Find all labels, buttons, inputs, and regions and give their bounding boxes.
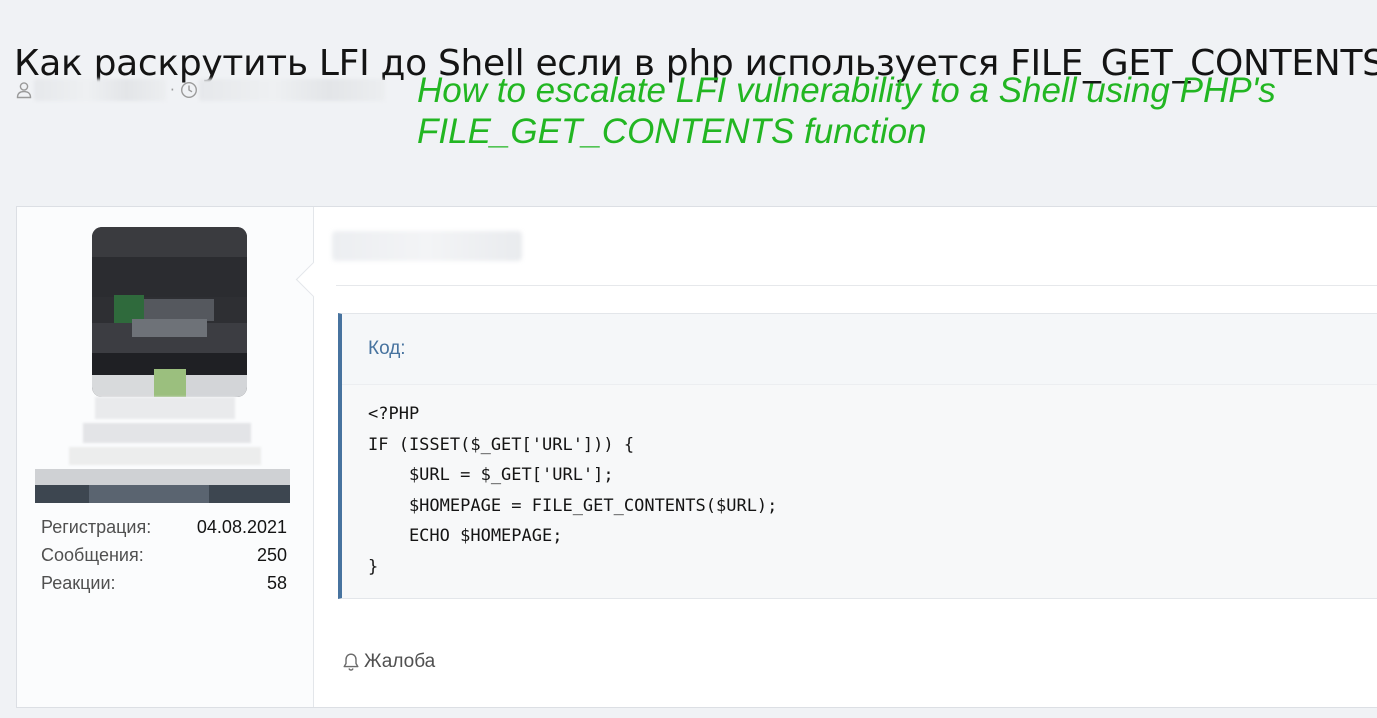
stat-label: Сообщения: <box>41 545 144 565</box>
stat-value: 58 <box>266 573 287 593</box>
bell-icon <box>342 651 362 673</box>
thread-meta: · <box>14 76 385 104</box>
code-line: } <box>368 556 379 577</box>
user-cell: Регистрация: 04.08.2021 Сообщения: 250 Р… <box>17 207 314 707</box>
stat-row-registration: Регистрация: 04.08.2021 <box>41 513 287 541</box>
stat-row-messages: Сообщения: 250 <box>41 541 287 569</box>
user-stats: Регистрация: 04.08.2021 Сообщения: 250 Р… <box>41 513 287 597</box>
stat-label: Реакции: <box>41 573 116 593</box>
stat-row-reactions: Реакции: 58 <box>41 569 287 597</box>
code-line: <?PHP <box>368 404 420 424</box>
stat-value: 04.08.2021 <box>196 517 287 537</box>
report-label: Жалоба <box>364 651 436 672</box>
code-line: $HOMEPAGE = FILE_GET_CONTENTS($URL); <box>368 495 778 516</box>
post-date-blurred[interactable] <box>198 79 385 101</box>
user-title-blurred <box>35 397 290 507</box>
report-link[interactable]: Жалоба <box>342 647 435 677</box>
stat-label: Регистрация: <box>41 517 152 537</box>
avatar[interactable] <box>92 227 247 397</box>
translation-annotation: How to escalate LFI vulnerability to a S… <box>417 71 1276 151</box>
stat-value: 250 <box>256 545 287 565</box>
author-name-blurred[interactable] <box>34 79 166 101</box>
code-block-title: Код: <box>342 314 1377 385</box>
message-divider <box>336 285 1377 286</box>
code-line: $URL = $_GET['URL']; <box>368 465 614 485</box>
code-line: IF (ISSET($_GET['URL'])) { <box>368 434 635 455</box>
meta-separator: · <box>170 81 175 99</box>
user-icon <box>14 78 34 102</box>
message-date-blurred[interactable] <box>332 231 522 261</box>
code-content[interactable]: <?PHP IF (ISSET($_GET['URL'])) { $URL = … <box>342 385 1377 582</box>
clock-icon <box>179 78 199 102</box>
message-content: Код: <?PHP IF (ISSET($_GET['URL'])) { $U… <box>314 207 1377 707</box>
post-message: Регистрация: 04.08.2021 Сообщения: 250 Р… <box>16 206 1377 708</box>
code-line: ECHO $HOMEPAGE; <box>368 526 563 546</box>
code-block: Код: <?PHP IF (ISSET($_GET['URL'])) { $U… <box>338 313 1377 599</box>
